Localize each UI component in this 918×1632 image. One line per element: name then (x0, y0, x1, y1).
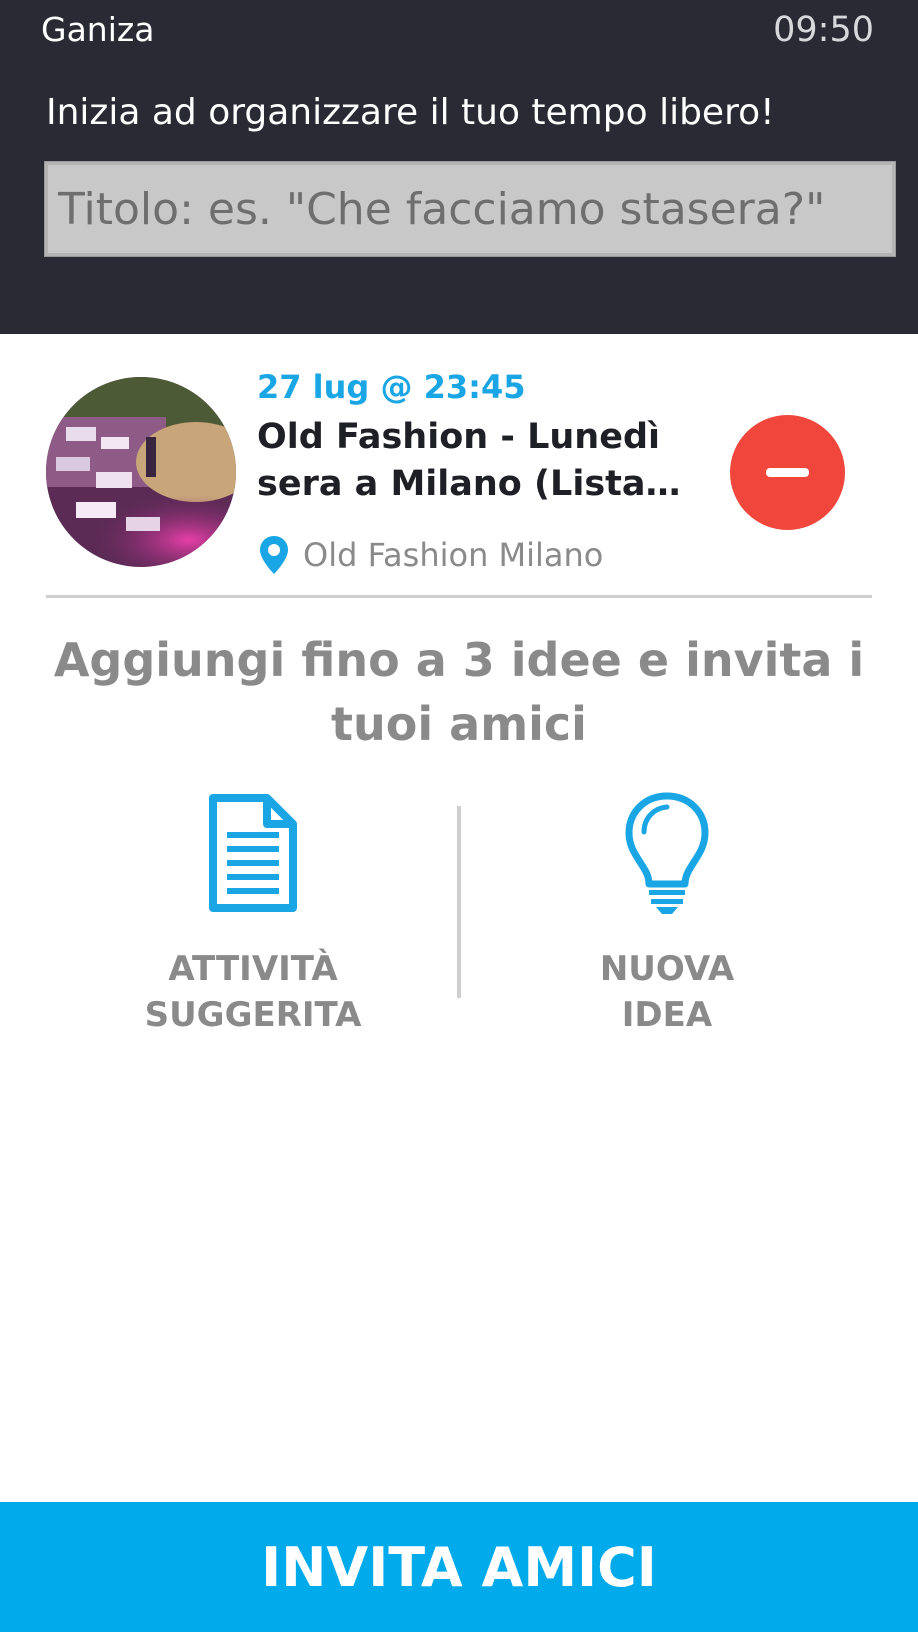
divider (46, 595, 872, 598)
event-location: Old Fashion Milano (257, 534, 603, 576)
header: Ganiza 09:50 Inizia ad organizzare il tu… (0, 0, 918, 334)
minus-icon (766, 468, 809, 477)
header-subtitle: Inizia ad organizzare il tuo tempo liber… (46, 92, 775, 133)
lightbulb-icon (625, 792, 709, 914)
suggested-activity-button[interactable]: ATTIVITÀ SUGGERITA (103, 790, 403, 1038)
event-thumbnail[interactable] (46, 377, 236, 567)
remove-event-button[interactable] (730, 415, 845, 530)
document-icon (209, 794, 297, 912)
event-date: 27 lug @ 23:45 (257, 368, 526, 406)
clock: 09:50 (773, 10, 874, 50)
location-text: Old Fashion Milano (303, 536, 604, 574)
invite-friends-button[interactable]: INVITA AMICI (0, 1502, 918, 1632)
title-input[interactable] (44, 161, 896, 257)
suggested-activity-label: ATTIVITÀ SUGGERITA (144, 949, 362, 1035)
options-separator (457, 806, 461, 998)
location-pin-icon (260, 536, 288, 574)
event-title[interactable]: Old Fashion - Lunedì sera a Milano (List… (257, 414, 687, 508)
add-ideas-prompt: Aggiungi fino a 3 idee e invita i tuoi a… (53, 633, 865, 751)
new-idea-label: NUOVA IDEA (599, 949, 735, 1035)
app-name: Ganiza (41, 10, 155, 49)
new-idea-button[interactable]: NUOVA IDEA (517, 790, 817, 1038)
